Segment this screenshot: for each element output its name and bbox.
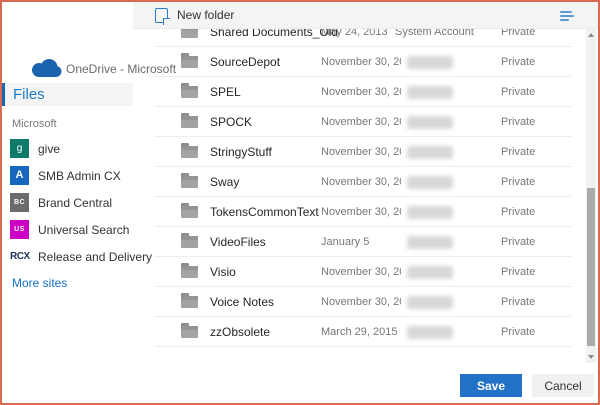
modified-date: November 30, 201 — [321, 107, 401, 137]
table-row[interactable]: Sway November 30, 201 Private — [133, 167, 588, 197]
privacy-status: Private — [501, 167, 535, 197]
folder-icon — [181, 236, 198, 248]
save-button[interactable]: Save — [460, 374, 522, 397]
brand-central-tile-icon: BC — [10, 193, 29, 212]
modified-date: November 30, 201 — [321, 137, 401, 167]
modified-date: March 29, 2015 — [321, 317, 401, 347]
table-row[interactable]: SPOCK November 30, 201 Private — [133, 107, 588, 137]
privacy-status: Private — [501, 137, 535, 167]
new-folder-icon — [155, 8, 168, 23]
modified-by-redacted — [407, 326, 453, 339]
sidebar-item-label: Release and Delivery — [38, 244, 152, 270]
sidebar-item-label: Universal Search — [38, 217, 129, 243]
sidebar-item-label: Brand Central — [38, 190, 112, 216]
scroll-up-icon[interactable] — [588, 33, 594, 37]
folder-icon — [181, 56, 198, 68]
rcx-logo-icon: RCX — [10, 247, 29, 266]
folder-name: Voice Notes — [210, 287, 274, 317]
folder-name: StringyStuff — [210, 137, 272, 167]
folder-name: SourceDepot — [210, 47, 280, 77]
files-label: Files — [5, 83, 133, 106]
folder-name: Sway — [210, 167, 239, 197]
table-row[interactable]: Visio November 30, 201 Private — [133, 257, 588, 287]
table-row[interactable]: StringyStuff November 30, 201 Private — [133, 137, 588, 167]
account-label: OneDrive - Microsoft — [66, 62, 176, 76]
new-folder-button[interactable]: New folder — [177, 2, 234, 29]
modified-by-redacted — [407, 176, 453, 189]
folder-name: TokensCommonText — [210, 197, 319, 227]
table-row[interactable]: zzObsolete March 29, 2015 Private — [133, 317, 588, 347]
table-row[interactable]: SourceDepot November 30, 201 Private — [133, 47, 588, 77]
onedrive-cloud-icon — [31, 57, 63, 78]
folder-icon — [181, 116, 198, 128]
sidebar: OneDrive - Microsoft Files Microsoft g g… — [2, 2, 133, 403]
folder-name: VideoFiles — [210, 227, 266, 257]
table-row[interactable]: SPEL November 30, 201 Private — [133, 77, 588, 107]
modified-by-redacted — [407, 116, 453, 129]
file-list: Shared Documents_Old May 24, 2013 System… — [133, 17, 588, 347]
privacy-status: Private — [501, 47, 535, 77]
modified-date: November 30, 201 — [321, 197, 401, 227]
vertical-scrollbar[interactable] — [586, 29, 596, 363]
sidebar-item-files[interactable]: Files — [2, 83, 133, 106]
privacy-status: Private — [501, 317, 535, 347]
sidebar-item-label: give — [38, 136, 60, 162]
sidebar-item-universal-search[interactable]: US Universal Search — [2, 217, 133, 244]
sidebar-item-label: SMB Admin CX — [38, 163, 121, 189]
privacy-status: Private — [501, 197, 535, 227]
sidebar-item-release-and-delivery[interactable]: RCX Release and Delivery — [2, 244, 133, 271]
toolbar: New folder — [133, 2, 598, 29]
folder-name: Visio — [210, 257, 236, 287]
row-divider — [155, 346, 572, 347]
folder-name: SPEL — [210, 77, 241, 107]
modified-by-redacted — [407, 86, 453, 99]
modified-date: November 30, 201 — [321, 287, 401, 317]
modified-date: November 30, 201 — [321, 257, 401, 287]
table-row[interactable]: Voice Notes November 30, 201 Private — [133, 287, 588, 317]
more-sites-link[interactable]: More sites — [12, 276, 67, 290]
modified-by-redacted — [407, 56, 453, 69]
folder-name: SPOCK — [210, 107, 252, 137]
table-row[interactable]: VideoFiles January 5 Private — [133, 227, 588, 257]
give-tile-icon: g — [10, 139, 29, 158]
folder-icon — [181, 176, 198, 188]
sidebar-item-smb-admin-cx[interactable]: A SMB Admin CX — [2, 163, 133, 190]
folder-icon — [181, 296, 198, 308]
modified-by-redacted — [407, 236, 453, 249]
privacy-status: Private — [501, 227, 535, 257]
privacy-status: Private — [501, 257, 535, 287]
folder-icon — [181, 266, 198, 278]
privacy-status: Private — [501, 287, 535, 317]
privacy-status: Private — [501, 77, 535, 107]
modified-by-redacted — [407, 266, 453, 279]
sidebar-section-header: Microsoft — [12, 118, 57, 130]
modified-date: November 30, 201 — [321, 47, 401, 77]
modified-by-redacted — [407, 296, 453, 309]
modified-date: January 5 — [321, 227, 401, 257]
table-row[interactable]: TokensCommonText November 30, 201 Privat… — [133, 197, 588, 227]
universal-search-tile-icon: US — [10, 220, 29, 239]
admin-app-tile-icon: A — [10, 166, 29, 185]
modified-date: November 30, 201 — [321, 167, 401, 197]
folder-icon — [181, 326, 198, 338]
folder-icon — [181, 146, 198, 158]
view-options-icon[interactable] — [560, 11, 574, 21]
folder-icon — [181, 206, 198, 218]
sidebar-item-brand-central[interactable]: BC Brand Central — [2, 190, 133, 217]
scrollbar-thumb[interactable] — [587, 188, 595, 346]
sidebar-item-give[interactable]: g give — [2, 136, 133, 163]
modified-by-redacted — [407, 146, 453, 159]
modified-by-redacted — [407, 206, 453, 219]
privacy-status: Private — [501, 107, 535, 137]
modified-date: November 30, 201 — [321, 77, 401, 107]
folder-name: zzObsolete — [210, 317, 270, 347]
scroll-down-icon[interactable] — [588, 355, 594, 359]
onedrive-folder-picker-dialog: Shared Documents_Old May 24, 2013 System… — [0, 0, 600, 405]
folder-icon — [181, 86, 198, 98]
cancel-button[interactable]: Cancel — [532, 374, 594, 397]
